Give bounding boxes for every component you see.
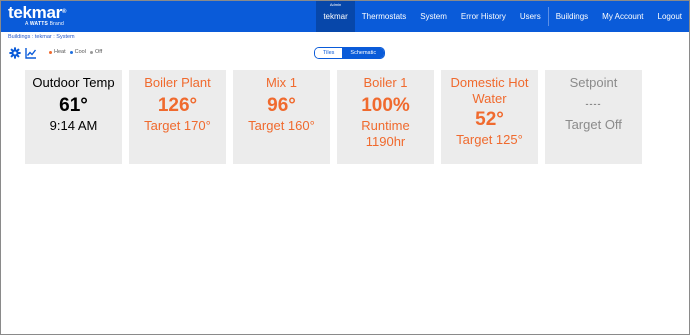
tile-boiler-1[interactable]: Boiler 1 100% Runtime 1190hr [337,70,434,164]
tile-title: Boiler Plant [144,75,211,90]
nav-item-error-history[interactable]: Error History [454,1,513,32]
main-nav: Admin tekmar Thermostats System Error Hi… [316,1,689,32]
tile-title: Domestic Hot [450,75,529,90]
tile-target: Target 160° [248,118,315,133]
mode-legend: Heat Cool Off [45,49,102,55]
tile-title: Mix 1 [265,75,298,90]
nav-item-my-account[interactable]: My Account [595,1,650,32]
tile-target: Target Off [565,117,622,132]
tile-time: 9:14 AM [49,118,98,133]
cool-dot [69,50,73,54]
logo-tagline: A WATTS Brand [25,21,64,27]
nav-label: My Account [602,12,644,21]
logo-wordmark: tekmar® [8,3,67,22]
heat-dot [49,50,52,54]
tile-target: Target 125° [456,132,523,147]
tile-target: Target 170° [144,118,211,133]
schematic-view-button[interactable]: Schematic [342,48,385,58]
breadcrumb[interactable]: Buildings : tekmar : System [8,34,75,40]
tile-value: 100% [361,95,410,116]
view-toggle: Tiles Schematic [314,47,386,59]
nav-item-tekmar[interactable]: Admin tekmar [316,1,355,32]
tiles-view-button[interactable]: Tiles [315,48,343,58]
tile-runtime-value: 1190hr [365,134,406,149]
system-tiles: Outdoor Temp 61° 9:14 AM Boiler Plant 12… [25,70,649,164]
nav-item-system[interactable]: System [413,1,454,32]
legend-cool-label: Cool [74,49,86,55]
app-frame: tekmar® A WATTS Brand Admin tekmar Therm… [0,0,690,335]
nav-label: tekmar [323,12,348,21]
tile-domestic-hot-water[interactable]: Domestic Hot Water 52° Target 125° [441,70,538,164]
tile-outdoor-temp[interactable]: Outdoor Temp 61° 9:14 AM [25,70,122,164]
tile-value: 96° [267,95,296,116]
legend-heat-label: Heat [54,49,66,55]
tile-value: 126° [157,95,198,116]
tile-setpoint[interactable]: Setpoint ---- Target Off [545,70,642,164]
off-dot [89,50,93,54]
nav-label: System [420,12,447,21]
tile-value: ---- [585,99,602,109]
nav-label: Error History [460,12,506,21]
tile-value: 61° [59,95,88,116]
tile-title: Boiler 1 [363,75,408,90]
admin-tag: Admin [329,2,342,7]
nav-label: Logout [657,12,682,21]
system-toolbar: Heat Cool Off [9,46,102,59]
tile-boiler-plant[interactable]: Boiler Plant 126° Target 170° [129,70,226,164]
nav-label: Buildings [555,12,589,21]
nav-item-logout[interactable]: Logout [651,1,689,32]
nav-label: Thermostats [361,12,407,21]
tile-title: Outdoor Temp [32,75,115,90]
tile-title: Setpoint [569,75,618,90]
tile-title-line2: Water [472,91,507,106]
nav-item-buildings[interactable]: Buildings [549,1,595,32]
gear-icon[interactable] [9,46,21,59]
legend-off-label: Off [94,49,103,55]
chart-icon[interactable] [25,46,37,59]
tile-value: 52° [475,109,504,130]
nav-item-users[interactable]: Users [513,1,548,32]
nav-item-thermostats[interactable]: Thermostats [355,1,413,32]
tile-runtime-label: Runtime [361,118,410,133]
tile-mix-1[interactable]: Mix 1 96° Target 160° [233,70,330,164]
tekmar-logo[interactable]: tekmar® A WATTS Brand [8,3,66,27]
top-navigation-bar: tekmar® A WATTS Brand Admin tekmar Therm… [1,1,689,32]
nav-label: Users [519,12,541,21]
